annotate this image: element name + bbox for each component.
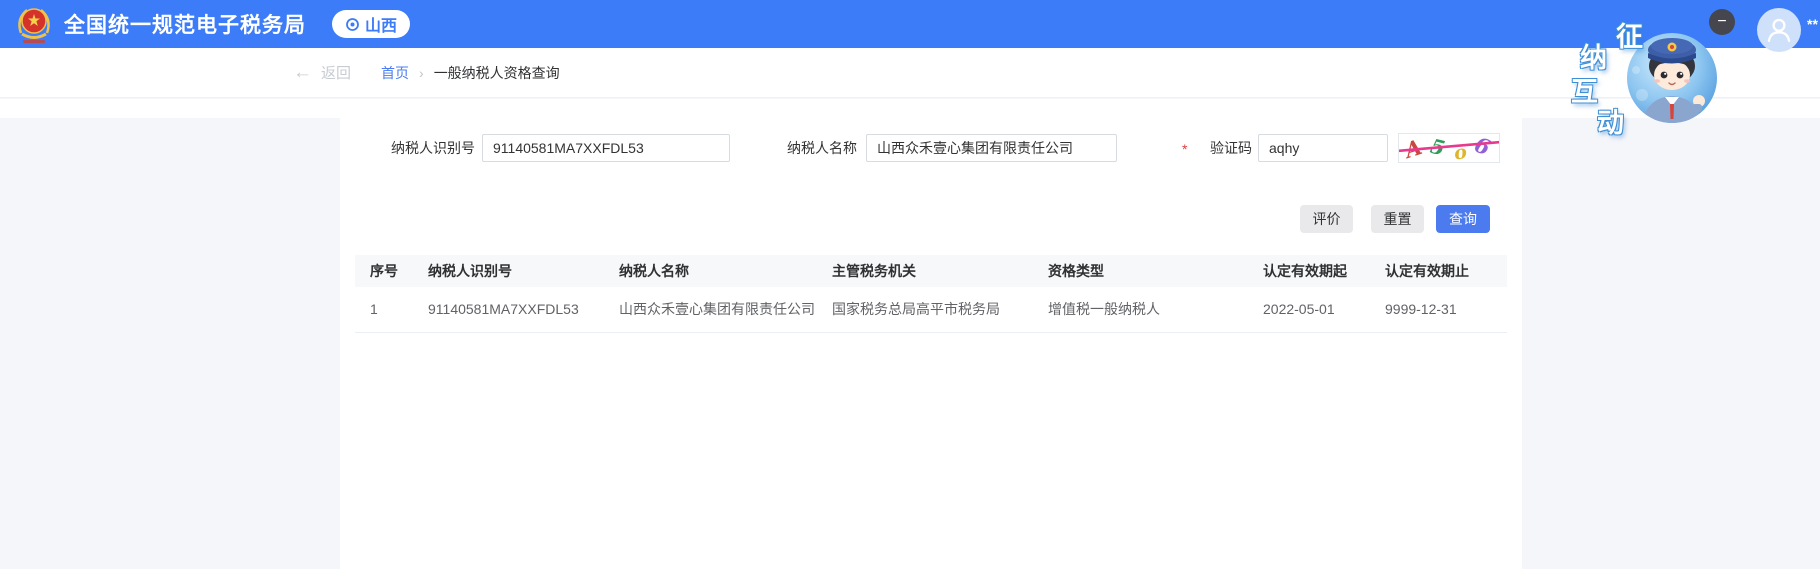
- minus-icon: −: [1717, 14, 1726, 30]
- back-button[interactable]: 返回: [321, 62, 351, 83]
- user-avatar[interactable]: [1757, 8, 1801, 52]
- col-header-taxpayer-id: 纳税人识别号: [428, 255, 619, 287]
- captcha-label: 验证码: [1194, 134, 1252, 162]
- evaluate-button[interactable]: 评价: [1300, 205, 1353, 233]
- col-header-valid-to: 认定有效期止: [1385, 255, 1507, 287]
- cell-valid-from: 2022-05-01: [1263, 287, 1385, 332]
- col-header-tax-authority: 主管税务机关: [832, 255, 1048, 287]
- cell-tax-authority: 国家税务总局高平市税务局: [832, 287, 1048, 332]
- cell-taxpayer-name: 山西众禾壹心集团有限责任公司: [619, 287, 832, 332]
- username-text: **: [1807, 16, 1818, 32]
- back-arrow-icon[interactable]: ←: [293, 62, 312, 84]
- mascot-char-hu: 互: [1571, 70, 1598, 109]
- col-header-qualification-type: 资格类型: [1048, 255, 1263, 287]
- mascot-char-zheng: 征: [1616, 15, 1643, 54]
- captcha-image[interactable]: A 5 o 6: [1398, 133, 1500, 163]
- reset-button[interactable]: 重置: [1371, 205, 1424, 233]
- taxpayer-id-input[interactable]: [482, 134, 730, 162]
- captcha-required-mark: *: [1182, 134, 1187, 162]
- results-table: 序号 纳税人识别号 纳税人名称 主管税务机关 资格类型 认定有效期起 认定有效期…: [355, 255, 1507, 333]
- col-header-taxpayer-name: 纳税人名称: [619, 255, 832, 287]
- breadcrumb-separator: ›: [419, 65, 424, 81]
- breadcrumb-bar: ← 返回 首页 › 一般纳税人资格查询: [0, 48, 1820, 98]
- query-button[interactable]: 查询: [1436, 205, 1490, 233]
- col-header-valid-from: 认定有效期起: [1263, 255, 1385, 287]
- captcha-char-4: 6: [1471, 134, 1494, 160]
- captcha-input[interactable]: [1258, 134, 1388, 162]
- tax-bureau-emblem-logo: [14, 3, 54, 45]
- taxpayer-id-label: 纳税人识别号: [380, 134, 475, 162]
- breadcrumb-spacer: [0, 99, 1820, 118]
- captcha-glyphs: A 5 o 6: [1399, 134, 1499, 162]
- region-badge[interactable]: 山西: [332, 10, 410, 38]
- app-title: 全国统一规范电子税务局: [64, 9, 306, 39]
- cell-taxpayer-id: 91140581MA7XXFDL53: [428, 287, 619, 332]
- table-header-row: 序号 纳税人识别号 纳税人名称 主管税务机关 资格类型 认定有效期起 认定有效期…: [355, 255, 1507, 287]
- cell-valid-to: 9999-12-31: [1385, 287, 1507, 332]
- breadcrumb-home-link[interactable]: 首页: [381, 63, 409, 83]
- tax-interaction-mascot-widget[interactable]: 征 纳 互 动: [1570, 0, 1780, 140]
- taxpayer-name-label: 纳税人名称: [770, 134, 857, 162]
- mascot-char-dong: 动: [1597, 101, 1624, 140]
- region-label: 山西: [365, 12, 397, 36]
- breadcrumb-current-page: 一般纳税人资格查询: [434, 63, 560, 83]
- mascot-minimize-button[interactable]: −: [1709, 9, 1735, 35]
- cell-seq: 1: [355, 287, 428, 332]
- table-row: 1 91140581MA7XXFDL53 山西众禾壹心集团有限责任公司 国家税务…: [355, 287, 1507, 332]
- col-header-seq: 序号: [355, 255, 428, 287]
- cell-qualification-type: 增值税一般纳税人: [1048, 287, 1263, 332]
- top-header-bar: 全国统一规范电子税务局 山西: [0, 0, 1820, 48]
- user-icon: [1762, 13, 1796, 47]
- taxpayer-name-input[interactable]: [866, 134, 1117, 162]
- location-pin-icon: [345, 17, 360, 32]
- query-panel: 纳税人识别号 纳税人名称 * 验证码 A 5 o 6 评价 重置 查询 序号 纳…: [340, 118, 1522, 569]
